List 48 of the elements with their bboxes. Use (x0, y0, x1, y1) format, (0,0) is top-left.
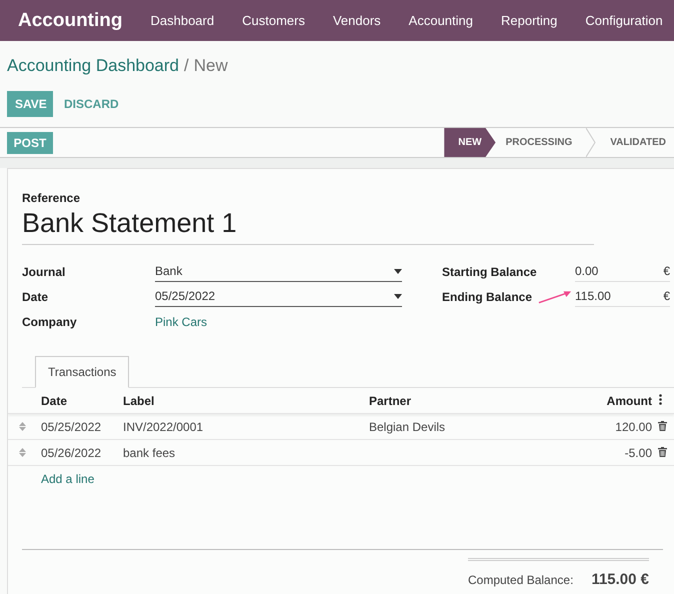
add-line-link[interactable]: Add a line (41, 466, 94, 491)
trash-icon[interactable] (658, 420, 667, 430)
total-label: Computed Balance: (468, 573, 574, 587)
currency-symbol: € (663, 264, 670, 278)
table-cell: 120.00 (615, 420, 652, 434)
breadcrumb-link[interactable]: Accounting Dashboard (7, 56, 180, 76)
table-cell: 05/25/2022 (41, 420, 102, 434)
currency-symbol: € (663, 289, 670, 303)
drag-handle-icon[interactable] (19, 448, 26, 456)
menu-item[interactable]: Vendors (318, 13, 395, 28)
select-field[interactable]: 05/25/2022 (155, 286, 402, 307)
column-header[interactable]: Amount (565, 394, 655, 408)
menu-item[interactable]: Reporting (487, 13, 572, 28)
field-label: Reference (22, 191, 82, 205)
menu-item[interactable]: Customers (228, 13, 319, 28)
table-cell: -5.00 (624, 446, 652, 460)
table-cell: 05/26/2022 (41, 446, 102, 460)
trash-icon[interactable] (658, 446, 667, 456)
amount-field[interactable]: 115.00 € (575, 286, 670, 307)
select-field[interactable]: Bank (155, 261, 402, 282)
table-cell: Belgian Devils (369, 420, 446, 434)
field-label: Company (22, 314, 78, 328)
kebab-menu-icon[interactable] (659, 394, 662, 404)
field-label: Starting Balance (442, 264, 538, 278)
menu-item[interactable]: Accounting (394, 13, 487, 28)
field-label: Date (22, 290, 50, 304)
tab[interactable]: Transactions (35, 356, 130, 388)
breadcrumb-separator: / (184, 56, 189, 76)
caret-icon (394, 268, 402, 274)
column-header[interactable]: Label (116, 394, 362, 408)
reference-field[interactable]: Bank Statement 1 (22, 205, 594, 245)
table-cell: bank fees (123, 446, 176, 460)
column-header[interactable]: Partner (362, 394, 565, 408)
amount-field[interactable]: 0.00 € (575, 261, 670, 282)
column-header[interactable]: Date (34, 394, 116, 408)
total-value: 115.00 € (591, 571, 649, 588)
field-label: Journal (22, 264, 66, 278)
status-stage[interactable]: NEW (444, 128, 496, 157)
annotation-arrow (538, 288, 572, 304)
drag-handle-icon[interactable] (19, 422, 26, 430)
caret-icon (394, 294, 402, 298)
breadcrumb-current: New (194, 56, 228, 76)
menu-item[interactable]: Configuration (571, 13, 674, 28)
menu-item[interactable]: Dashboard (136, 13, 228, 28)
field-label: Ending Balance (442, 290, 534, 304)
company-link[interactable]: Pink Cars (155, 315, 208, 329)
app-title: Accounting (18, 10, 122, 32)
table-cell: INV/2022/0001 (123, 420, 204, 434)
